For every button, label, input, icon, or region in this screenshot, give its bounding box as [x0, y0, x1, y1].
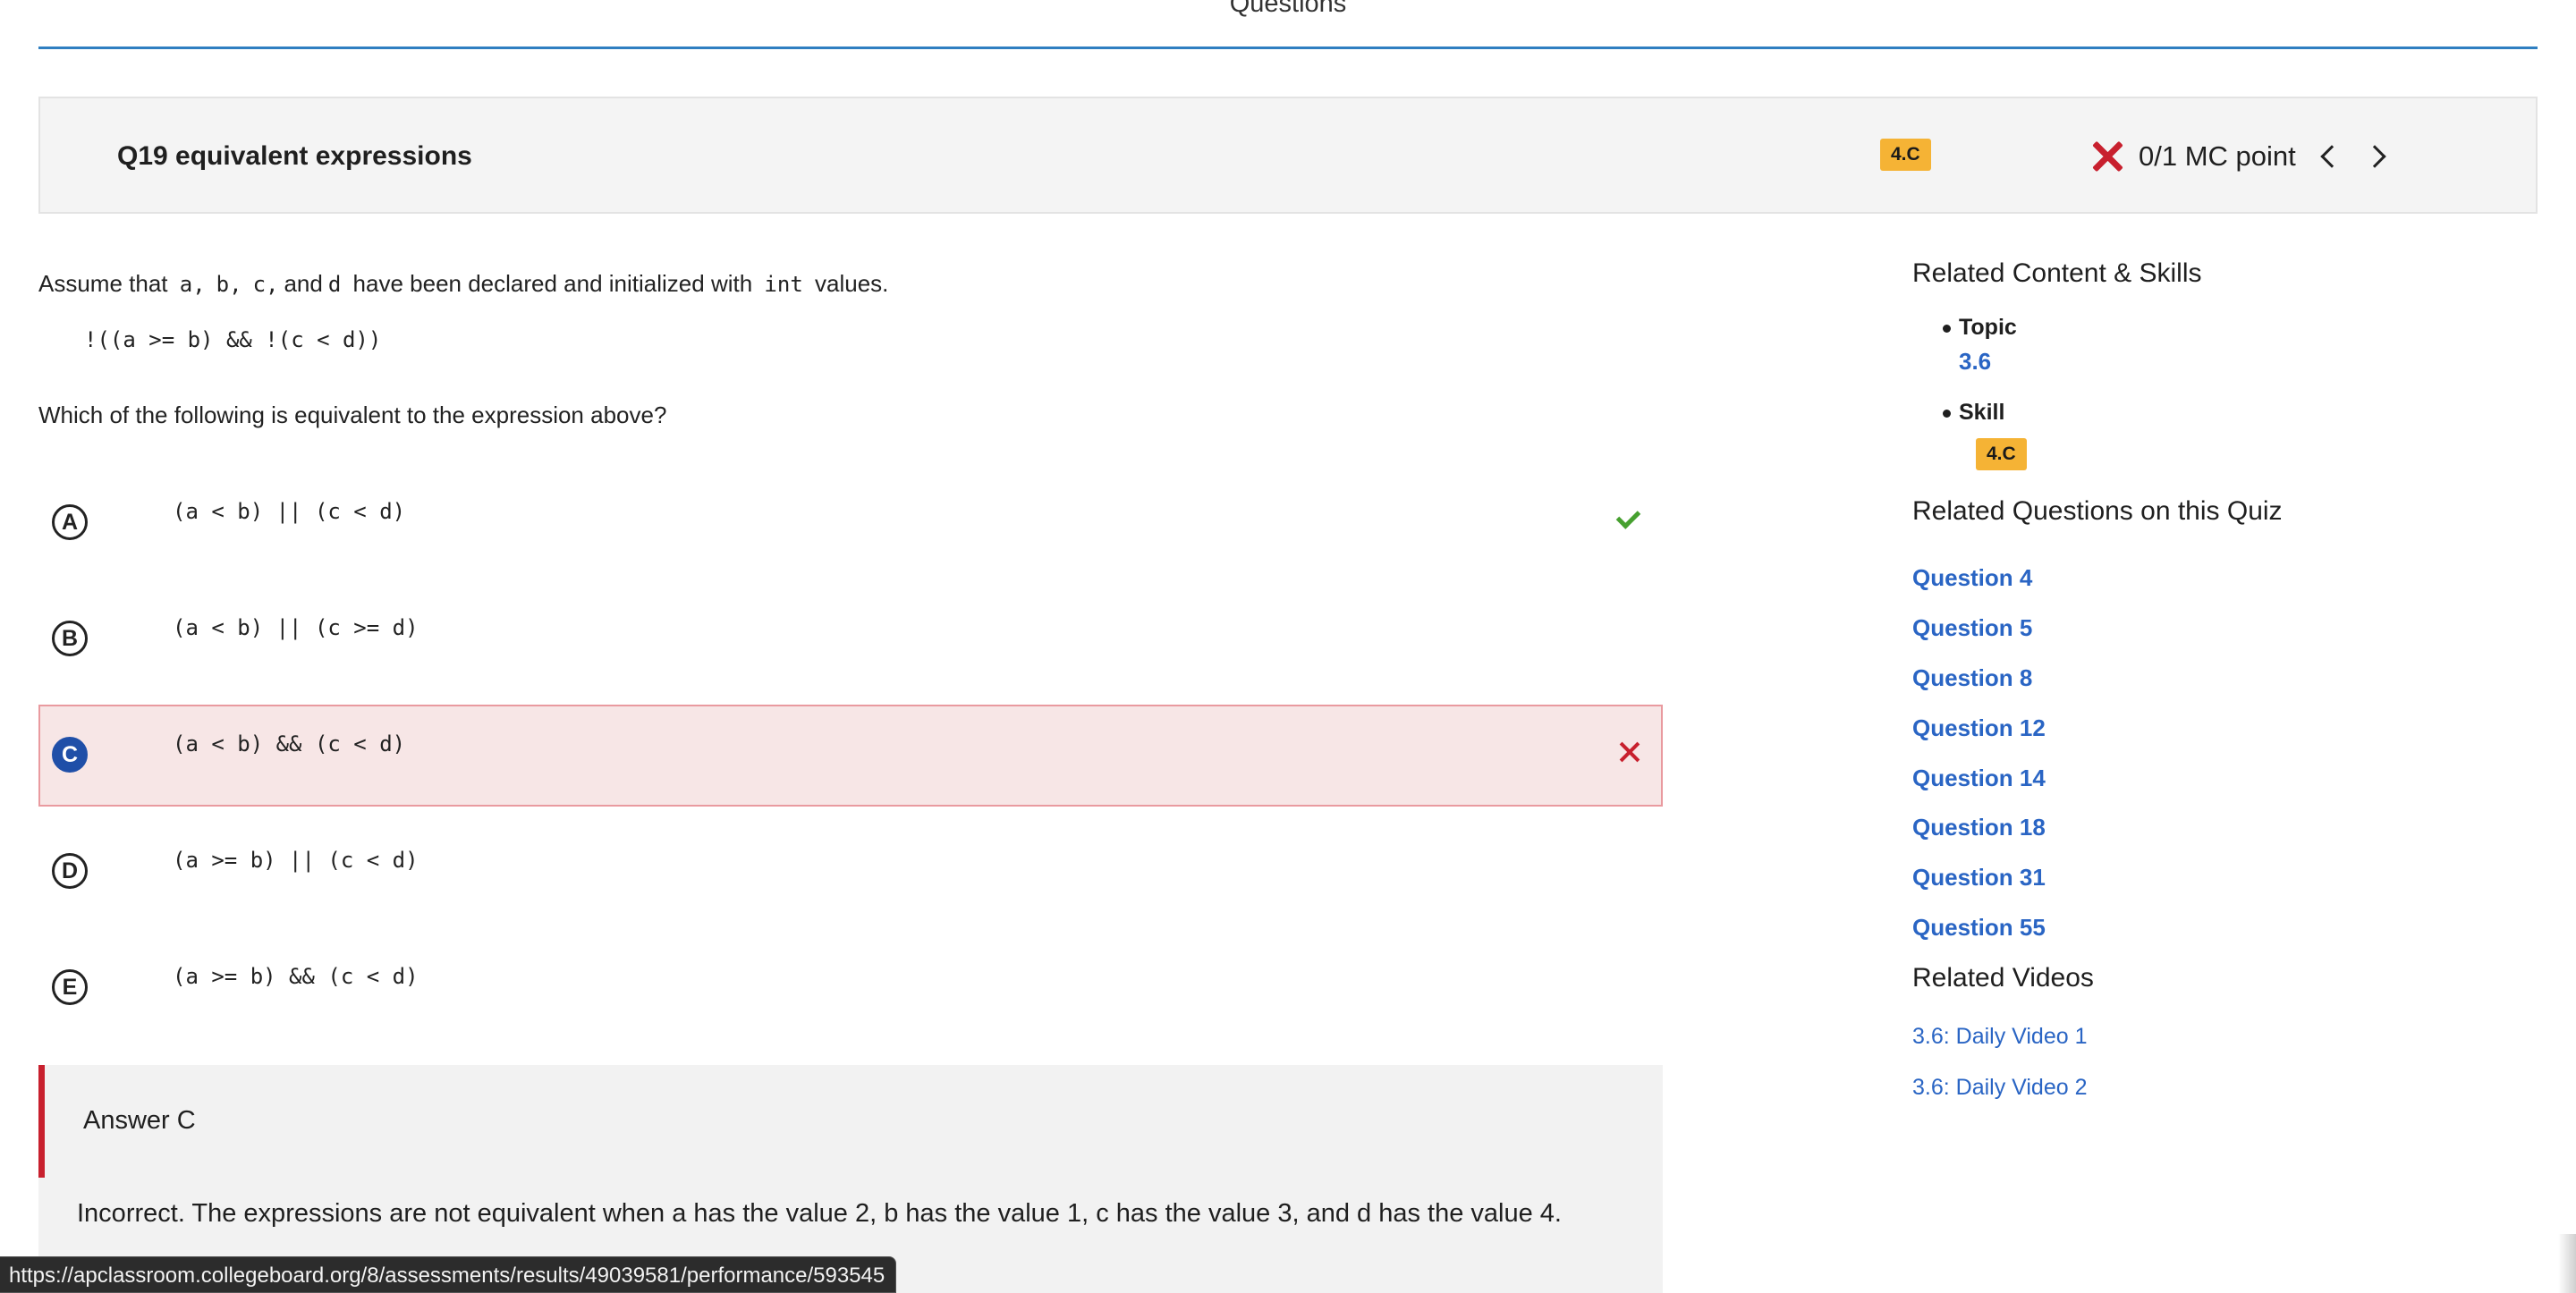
- option-letter-b: B: [52, 621, 88, 656]
- option-a[interactable]: A (a < b) || (c < d): [38, 472, 1663, 574]
- previous-question-button[interactable]: [2310, 137, 2346, 176]
- option-letter-a: A: [52, 504, 88, 540]
- score-text: 0/1 MC point: [2139, 140, 2296, 172]
- option-letter-d: D: [52, 853, 88, 889]
- option-e[interactable]: E (a >= b) && (c < d): [38, 937, 1663, 1039]
- topic-link[interactable]: 3.6: [1959, 348, 2017, 376]
- related-question-link[interactable]: Question 4: [1912, 564, 2032, 592]
- option-b[interactable]: B (a < b) || (c >= d): [38, 588, 1663, 690]
- option-c-selected[interactable]: C (a < b) && (c < d): [38, 705, 1663, 807]
- option-letter-c: C: [52, 737, 88, 773]
- stem-and: and: [284, 270, 323, 297]
- chevron-left-icon: [2320, 145, 2343, 168]
- skill-list-item: Skill: [1943, 400, 2005, 426]
- related-questions-heading: Related Questions on this Quiz: [1912, 496, 2283, 526]
- stem-text-2: have been declared and initialized with: [352, 270, 753, 297]
- answer-explanation: Incorrect. The expressions are not equiv…: [77, 1199, 1562, 1228]
- option-d[interactable]: D (a >= b) || (c < d): [38, 821, 1663, 923]
- type-int: int: [764, 272, 803, 297]
- related-question-link[interactable]: Question 8: [1912, 664, 2032, 692]
- related-video-link[interactable]: 3.6: Daily Video 1: [1912, 1024, 2088, 1050]
- incorrect-x-icon: [2090, 139, 2124, 173]
- chevron-right-icon: [2363, 145, 2386, 168]
- topic-list-item: Topic 3.6: [1943, 315, 2017, 376]
- bullet-icon: [1943, 325, 1951, 333]
- related-question-link[interactable]: Question 55: [1912, 914, 2046, 942]
- answer-title: Answer C: [83, 1106, 196, 1135]
- related-question-link[interactable]: Question 31: [1912, 864, 2046, 892]
- topic-label: Topic: [1959, 315, 2017, 340]
- heading-divider: [38, 46, 2538, 49]
- page-heading: Questions: [1229, 0, 1347, 18]
- related-question-link[interactable]: Question 14: [1912, 765, 2046, 792]
- related-question-link[interactable]: Question 5: [1912, 614, 2032, 642]
- var-b: b,: [216, 272, 242, 297]
- window-edge: [2558, 1234, 2576, 1293]
- var-a: a,: [179, 272, 206, 297]
- option-code-a: (a < b) || (c < d): [173, 499, 406, 524]
- related-question-link[interactable]: Question 18: [1912, 814, 2046, 841]
- related-videos-heading: Related Videos: [1912, 963, 2094, 993]
- option-letter-e: E: [52, 969, 88, 1005]
- option-code-c: (a < b) && (c < d): [173, 731, 406, 756]
- question-prompt: Which of the following is equivalent to …: [38, 401, 667, 428]
- related-video-link[interactable]: 3.6: Daily Video 2: [1912, 1075, 2088, 1101]
- correct-check-icon: [1618, 506, 1641, 529]
- skill-label: Skill: [1959, 400, 2005, 425]
- question-title: Q19 equivalent expressions: [117, 141, 472, 171]
- stem-text-3: values.: [815, 270, 889, 297]
- next-question-button[interactable]: [2360, 137, 2396, 176]
- var-c: c,: [252, 272, 279, 297]
- related-question-link[interactable]: Question 12: [1912, 714, 2046, 742]
- related-content-heading: Related Content & Skills: [1912, 258, 2202, 288]
- question-header: Q19 equivalent expressions 4.C 0/1 MC po…: [38, 97, 2538, 214]
- stem-text-1: Assume that: [38, 270, 168, 297]
- code-expression: !((a >= b) && !(c < d)): [84, 327, 382, 352]
- var-d: d: [327, 272, 342, 297]
- bullet-icon: [1943, 410, 1951, 418]
- status-bar-url: https://apclassroom.collegeboard.org/8/a…: [0, 1256, 897, 1293]
- score-area: 0/1 MC point: [2090, 134, 2396, 179]
- skill-badge: 4.C: [1880, 139, 1931, 171]
- sidebar-skill-badge: 4.C: [1976, 438, 2027, 470]
- answer-accent-bar: [38, 1065, 45, 1178]
- option-code-b: (a < b) || (c >= d): [173, 615, 419, 640]
- option-code-d: (a >= b) || (c < d): [173, 848, 419, 873]
- option-code-e: (a >= b) && (c < d): [173, 964, 419, 989]
- incorrect-close-icon: [1618, 740, 1641, 764]
- question-stem: Assume that a, b, c, and d have been declare…: [38, 270, 888, 298]
